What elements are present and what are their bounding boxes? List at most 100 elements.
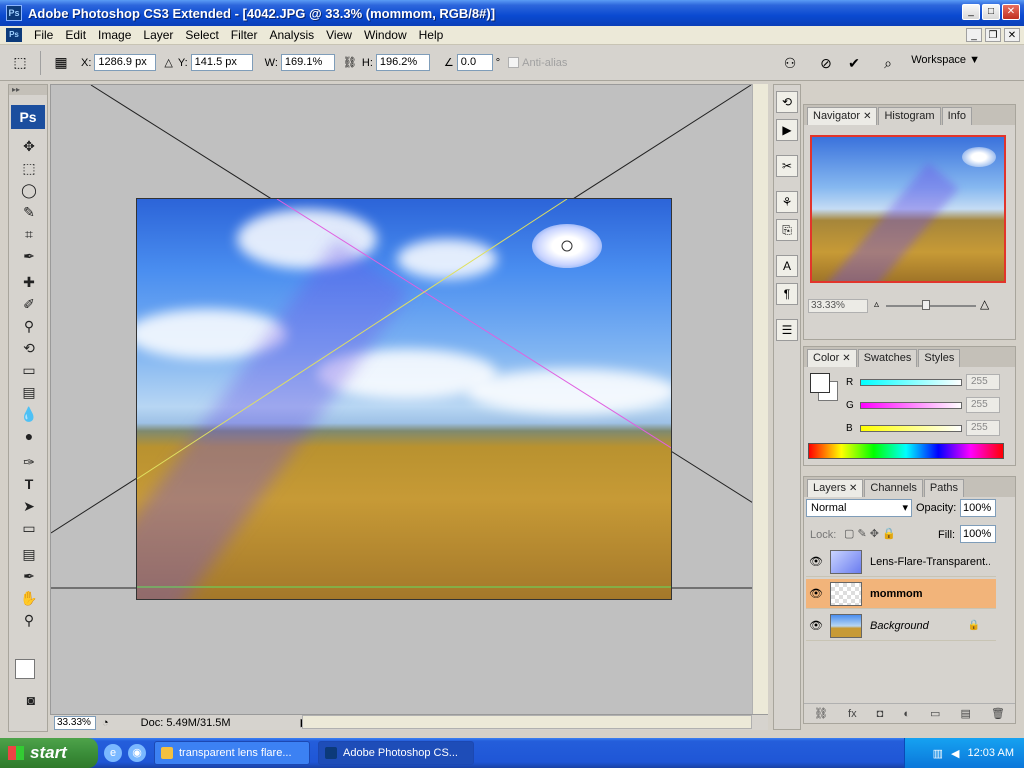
document-canvas-area[interactable]: [50, 84, 768, 730]
maximize-button[interactable]: □: [982, 4, 1000, 20]
navigator-zoom-field[interactable]: 33.33%: [808, 299, 868, 313]
foreground-color-swatch[interactable]: [15, 659, 35, 679]
eyedropper-tool-icon[interactable]: ✒: [15, 245, 43, 267]
color-spectrum-ramp[interactable]: [808, 443, 1004, 459]
brushes-panel-icon[interactable]: ⚘: [776, 191, 798, 213]
vertical-scrollbar[interactable]: [752, 84, 768, 714]
path-selection-tool-icon[interactable]: ➤: [15, 495, 43, 517]
tab-swatches[interactable]: Swatches: [857, 349, 918, 367]
close-button[interactable]: ✕: [1002, 4, 1020, 20]
paragraph-panel-icon[interactable]: ¶: [776, 283, 798, 305]
taskbar-item-browser[interactable]: transparent lens flare...: [154, 741, 310, 765]
width-input[interactable]: 169.1%: [280, 54, 335, 71]
start-button[interactable]: start: [0, 738, 98, 768]
trash-icon[interactable]: 🗑: [991, 707, 1005, 720]
healing-brush-tool-icon[interactable]: ✚: [15, 271, 43, 293]
close-tab-icon[interactable]: ✕: [849, 483, 857, 494]
bridge-icon[interactable]: ⌕: [876, 51, 900, 75]
layer-mask-icon[interactable]: ◘: [877, 708, 884, 720]
delta-icon[interactable]: △: [164, 56, 172, 69]
checkbox-box[interactable]: [508, 57, 520, 68]
clone-stamp-tool-icon[interactable]: ⚲: [15, 315, 43, 337]
menu-image[interactable]: Image: [92, 26, 137, 45]
antialias-checkbox[interactable]: Anti-alias: [508, 57, 567, 69]
photoshop-logo[interactable]: Ps: [11, 105, 45, 129]
horizontal-scrollbar[interactable]: [302, 715, 752, 729]
chevron-down-icon[interactable]: ▾: [902, 501, 908, 514]
eye-icon[interactable]: 👁: [806, 619, 826, 632]
navigator-preview[interactable]: [810, 135, 1006, 283]
lock-icons[interactable]: ▢ ✎ ✥ 🔒: [844, 527, 896, 540]
tab-navigator[interactable]: Navigator ✕: [807, 107, 878, 125]
tab-color[interactable]: Color ✕: [807, 349, 857, 367]
link-icon[interactable]: ⛓: [343, 56, 357, 69]
type-tool-icon[interactable]: T: [15, 473, 43, 495]
quick-mask-icon[interactable]: ◙: [17, 689, 45, 711]
tab-paths[interactable]: Paths: [923, 479, 965, 497]
clock[interactable]: 12:03 AM: [968, 747, 1014, 759]
toolbox-grip[interactable]: ▸▸: [9, 85, 47, 95]
taskbar-item-photoshop[interactable]: Adobe Photoshop CS...: [318, 741, 474, 765]
layer-row[interactable]: 👁 Lens-Flare-Transparent...: [806, 547, 996, 577]
adjustment-layer-icon[interactable]: ◐: [903, 708, 910, 720]
zoom-slider-track[interactable]: [886, 305, 976, 307]
menu-view[interactable]: View: [320, 26, 358, 45]
history-panel-icon[interactable]: ⟲: [776, 91, 798, 113]
lasso-tool-icon[interactable]: ◯: [15, 179, 43, 201]
zoom-in-icon[interactable]: △: [980, 297, 989, 311]
y-position-input[interactable]: 141.5 px: [190, 54, 253, 71]
menu-select[interactable]: Select: [179, 26, 224, 45]
fill-input[interactable]: 100%: [960, 525, 996, 543]
menu-file[interactable]: File: [28, 26, 59, 45]
blend-mode-select[interactable]: Normal ▾: [806, 499, 912, 517]
character-panel-icon[interactable]: A: [776, 255, 798, 277]
zoom-tool-icon[interactable]: ⚲: [15, 609, 43, 631]
zoom-out-icon[interactable]: ▵: [874, 299, 879, 310]
new-group-icon[interactable]: ▭: [930, 707, 940, 720]
warp-mode-icon[interactable]: ⚇: [778, 51, 802, 75]
close-tab-icon[interactable]: ✕: [842, 353, 850, 364]
photo-canvas[interactable]: [136, 198, 672, 600]
new-layer-icon[interactable]: ▤: [961, 707, 971, 720]
quick-launch-icon[interactable]: ◉: [128, 744, 146, 762]
reference-point-handle[interactable]: [561, 240, 573, 252]
close-tab-icon[interactable]: ✕: [863, 111, 871, 122]
red-value-input[interactable]: 255: [966, 374, 1000, 390]
color-panel-foreground-swatch[interactable]: [810, 373, 830, 393]
link-layers-icon[interactable]: ⛓: [814, 707, 828, 720]
internet-explorer-icon[interactable]: e: [104, 744, 122, 762]
eye-icon[interactable]: 👁: [806, 555, 826, 568]
x-position-input[interactable]: 1286.9 px: [94, 54, 157, 71]
tab-styles[interactable]: Styles: [918, 349, 961, 367]
doc-minimize-button[interactable]: _: [966, 28, 982, 42]
menu-window[interactable]: Window: [358, 26, 413, 45]
history-brush-tool-icon[interactable]: ⟲: [15, 337, 43, 359]
tab-layers[interactable]: Layers ✕: [807, 479, 864, 497]
doc-restore-button[interactable]: ❐: [985, 28, 1001, 42]
menu-analysis[interactable]: Analysis: [263, 26, 320, 45]
eyedropper-sample-tool-icon[interactable]: ✒: [15, 565, 43, 587]
eye-icon[interactable]: 👁: [806, 587, 826, 600]
zoom-level-field[interactable]: 33.33%: [54, 715, 96, 730]
rotation-input[interactable]: 0.0: [456, 54, 493, 71]
tab-info[interactable]: Info: [941, 107, 972, 125]
doc-close-button[interactable]: ✕: [1004, 28, 1020, 42]
notes-tool-icon[interactable]: ▤: [15, 543, 43, 565]
crop-tool-icon[interactable]: ⌗: [15, 223, 43, 245]
green-value-input[interactable]: 255: [966, 397, 1000, 413]
marquee-tool-icon[interactable]: ⬚: [15, 157, 43, 179]
transform-tool-icon[interactable]: ⬚: [8, 51, 32, 75]
layer-comps-icon[interactable]: ☰: [776, 319, 798, 341]
volume-icon[interactable]: ▥: [933, 747, 943, 760]
layer-row[interactable]: 👁 Background 🔒: [806, 611, 996, 641]
menu-help[interactable]: Help: [413, 26, 450, 45]
gradient-tool-icon[interactable]: ▤: [15, 381, 43, 403]
height-input[interactable]: 196.2%: [375, 54, 430, 71]
red-slider[interactable]: [860, 378, 962, 386]
hand-tool-icon[interactable]: ✋: [15, 587, 43, 609]
shape-tool-icon[interactable]: ▭: [15, 517, 43, 539]
tab-channels[interactable]: Channels: [864, 479, 923, 497]
document-icon[interactable]: Ps: [6, 28, 22, 42]
actions-panel-icon[interactable]: ▶: [776, 119, 798, 141]
dodge-tool-icon[interactable]: ●: [15, 425, 43, 447]
